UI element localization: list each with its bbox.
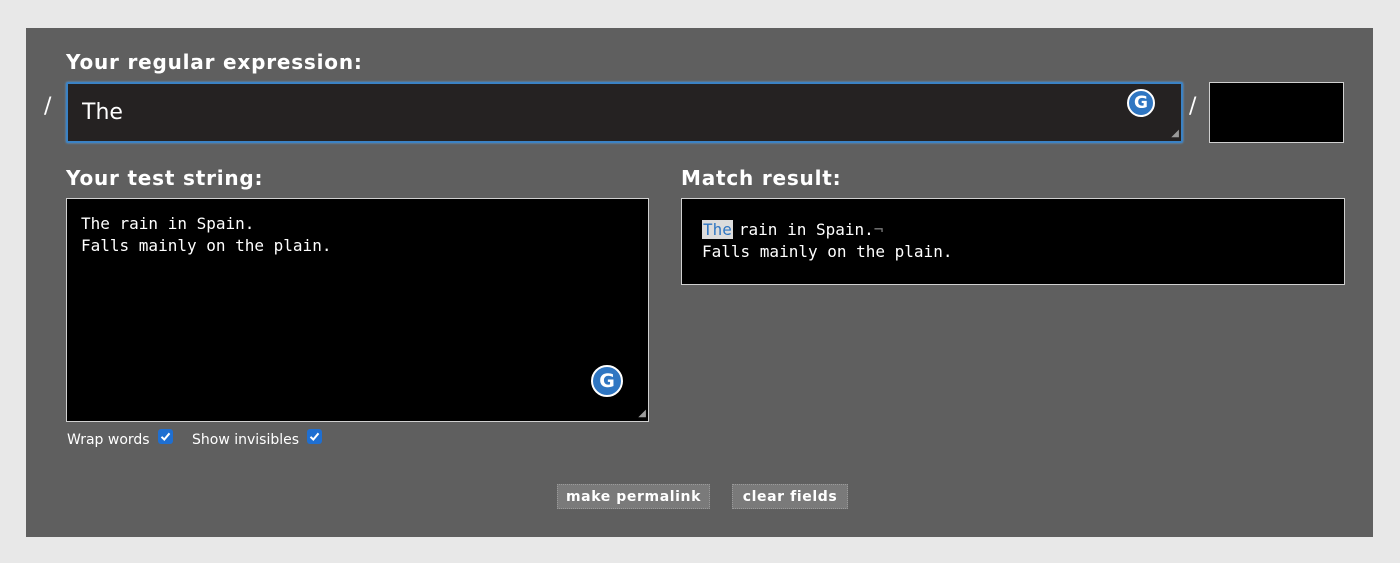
regex-label: Your regular expression: (66, 50, 363, 74)
show-invisibles-checkbox[interactable] (307, 428, 323, 444)
test-string-text[interactable]: The rain in Spain. Falls mainly on the p… (81, 213, 331, 257)
wrap-words-checkbox[interactable] (157, 428, 173, 444)
checkmark-icon (160, 432, 170, 441)
match-highlight: The (702, 220, 733, 239)
grammarly-icon[interactable]: G (591, 365, 623, 397)
match-result-text: The rain in Spain.¬ Falls mainly on the p… (702, 219, 952, 263)
clear-fields-button[interactable]: clear fields (732, 484, 848, 509)
regex-flags-input[interactable] (1209, 82, 1344, 143)
regex-open-slash: / (44, 94, 52, 119)
test-string-label: Your test string: (66, 166, 264, 190)
wrap-words-option[interactable]: Wrap words (67, 428, 173, 448)
main-panel: Your regular expression: / G ◢ / Your te… (26, 28, 1373, 537)
resize-grip-icon[interactable]: ◢ (636, 409, 646, 419)
match-result-label: Match result: (681, 166, 842, 190)
test-string-textarea[interactable]: The rain in Spain. Falls mainly on the p… (66, 198, 649, 422)
wrap-words-label: Wrap words (67, 432, 150, 448)
show-invisibles-label: Show invisibles (192, 432, 300, 448)
resize-grip-icon[interactable]: ◢ (1169, 129, 1179, 139)
regex-input-container[interactable]: G ◢ (66, 82, 1183, 143)
checkmark-icon (309, 432, 320, 441)
make-permalink-button[interactable]: make permalink (557, 484, 710, 509)
result-line-1-rest: rain in Spain. (738, 220, 874, 239)
grammarly-icon[interactable]: G (1127, 89, 1155, 117)
result-line-2: Falls mainly on the plain. (702, 242, 953, 261)
test-line-1: The rain in Spain. (81, 214, 255, 233)
regex-input[interactable] (82, 97, 1082, 127)
regex-close-slash: / (1189, 94, 1197, 119)
match-result-box: The rain in Spain.¬ Falls mainly on the p… (681, 198, 1345, 285)
test-line-2: Falls mainly on the plain. (81, 236, 332, 255)
end-of-line-marker: ¬ (873, 220, 884, 239)
show-invisibles-option[interactable]: Show invisibles (192, 428, 323, 448)
